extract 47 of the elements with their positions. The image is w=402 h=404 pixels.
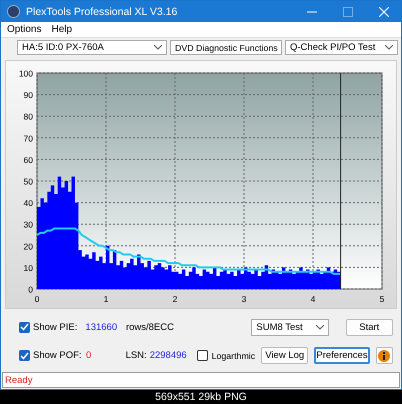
pie-count: 131660 [85,322,118,333]
y-tick-label: 40 [24,198,33,208]
unit-label: rows/8ECC [126,322,175,333]
button[interactable]: Preferences [314,347,370,364]
test-dropdown[interactable]: SUM8 Test [251,318,329,336]
y-tick-label: 60 [24,154,33,165]
menu-item[interactable]: Help [51,24,72,35]
y-tick-label: 70 [24,133,33,144]
lsn-value: 2298496 [150,350,188,362]
y-tick-label: 30 [24,220,33,230]
info-icon [378,350,390,362]
checkbox[interactable] [196,350,208,362]
chevron-icon [316,324,324,330]
chevron-icon [154,45,162,50]
lsn-label: LSN: [126,350,147,362]
x-tick-label: 4 [310,294,316,304]
button[interactable]: View Log [261,347,308,364]
checkbox[interactable] [19,350,30,362]
y-tick-label: 80 [24,112,33,122]
pof-count: 0 [86,350,92,362]
y-tick-label: 0 [28,284,33,294]
close-icon[interactable] [379,6,389,16]
chevron-icon [385,45,393,50]
x-tick-label: 3 [242,294,246,304]
checkbox-label: Logarthmic [212,350,256,361]
status-text: Ready [5,374,32,386]
start-button[interactable]: Start [346,318,393,336]
checkbox-label: Show PIE: [33,322,78,333]
x-tick-label: 2 [172,294,178,304]
app-icon [7,5,20,18]
dropdown[interactable]: HA:5 ID:0 PX-760A [17,40,167,55]
y-tick-label: 90 [24,90,33,100]
x-tick-label: 1 [104,294,108,304]
y-tick-label: 20 [24,241,33,252]
x-tick-label: 5 [380,294,384,304]
image-caption: 569x551 29kb PNG [154,390,248,404]
checkbox-label: Show POF: [33,350,81,362]
info-button[interactable] [376,347,393,364]
y-tick-label: 50 [24,176,33,186]
window-title: PlexTools Professional XL V3.16 [26,6,178,18]
menu-item[interactable]: Options [7,24,42,35]
dropdown[interactable]: Q-Check PI/PO Test [285,40,398,55]
dropdown[interactable]: DVD Diagnostic Functions [170,40,282,55]
checkbox[interactable] [19,322,30,333]
y-tick-label: 100 [18,68,33,78]
x-tick-label: 0 [34,294,40,304]
y-tick-label: 10 [24,262,33,273]
